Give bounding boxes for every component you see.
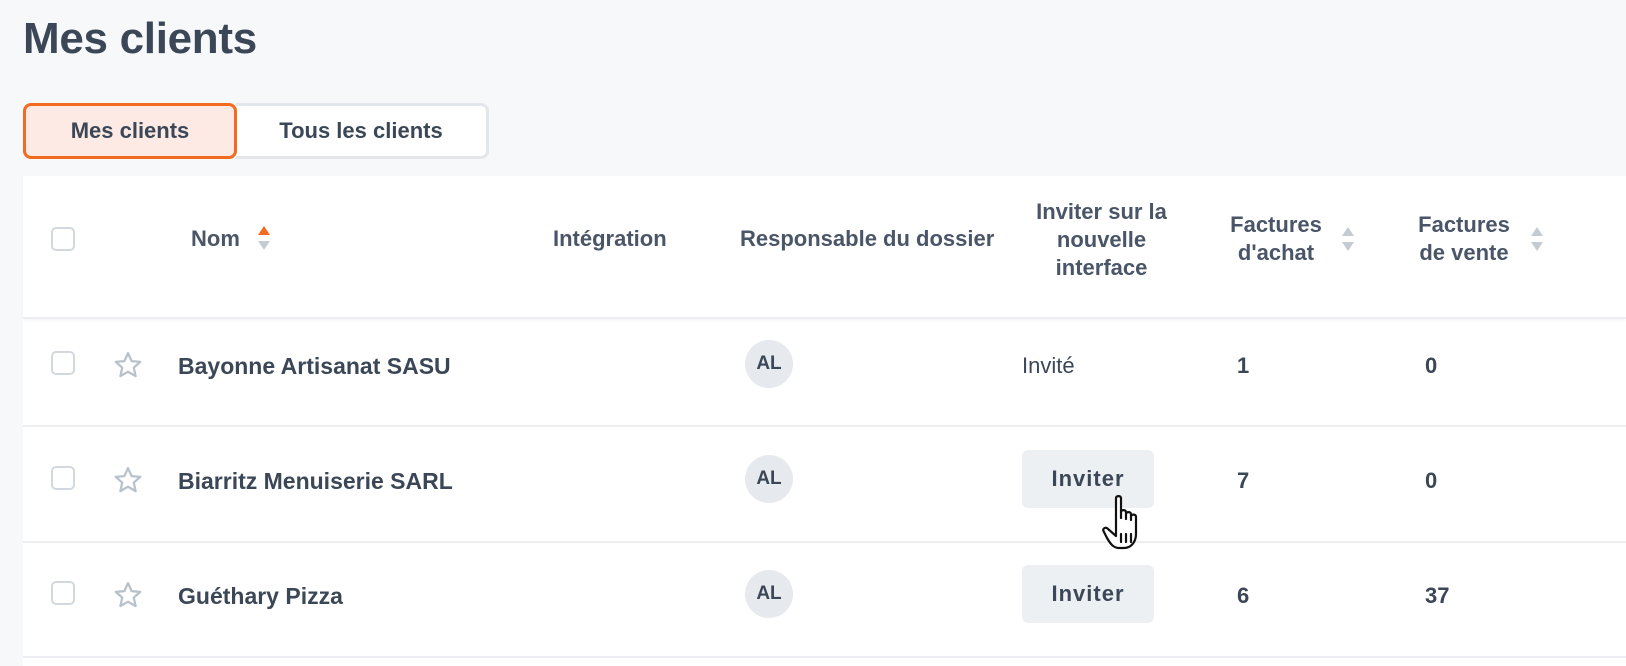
invite-status: Invité [1022,353,1075,378]
column-header-line: d'achat [1237,240,1315,265]
row-checkbox[interactable] [51,581,75,605]
sales-invoices-count[interactable]: 0 [1425,353,1437,379]
star-icon[interactable] [113,580,143,610]
sales-invoices-count[interactable]: 0 [1425,468,1437,494]
row-checkbox[interactable] [51,351,75,375]
sort-icon[interactable] [257,225,271,251]
column-header-inviter-line: nouvelle [1056,227,1147,252]
column-header-responsable: Responsable du dossier [740,226,995,251]
client-name[interactable]: Guéthary Pizza [178,583,343,610]
purchase-invoices-count[interactable]: 1 [1237,353,1249,379]
sort-icon[interactable] [1341,226,1355,252]
avatar: AL [745,455,793,503]
column-header-integration: Intégration [553,226,667,251]
column-header-line: de vente [1419,240,1509,265]
column-header-inviter: Inviter sur la nouvelle interface [1024,198,1179,282]
star-icon[interactable] [113,350,143,380]
invite-button[interactable]: Inviter [1022,565,1154,623]
sort-icon[interactable] [1530,226,1544,252]
column-header-nom[interactable]: Nom [191,225,240,253]
table-header: Nom Intégration Responsable du dossier I… [23,176,1626,319]
table-row[interactable]: Guéthary Pizza AL Inviter 6 37 [23,542,1626,658]
page-title: Mes clients [23,14,257,63]
column-header-inviter-line: interface [1055,255,1148,280]
column-header-line: Factures [1418,212,1510,237]
client-name[interactable]: Bayonne Artisanat SASU [178,353,451,380]
column-header-line: Factures [1230,212,1322,237]
column-header-inviter-line: Inviter sur la [1036,199,1167,224]
row-checkbox[interactable] [51,466,75,490]
table-row[interactable]: Biarritz Menuiserie SARL AL Inviter 7 0 [23,427,1626,543]
table-row[interactable]: Bayonne Artisanat SASU AL Invité 1 0 [23,311,1626,427]
purchase-invoices-count[interactable]: 6 [1237,583,1249,609]
sales-invoices-count[interactable]: 37 [1425,583,1449,609]
tab-tous-les-clients[interactable]: Tous les clients [236,103,489,159]
star-icon[interactable] [113,465,143,495]
client-name[interactable]: Biarritz Menuiserie SARL [178,468,453,495]
column-header-factures-vente[interactable]: Factures de vente [1410,211,1518,267]
column-header-factures-achat[interactable]: Factures d'achat [1222,211,1330,267]
avatar: AL [745,570,793,618]
tab-mes-clients[interactable]: Mes clients [23,103,237,159]
clients-table: Nom Intégration Responsable du dossier I… [23,176,1626,666]
client-filter-tabs: Mes clients Tous les clients [23,103,489,159]
avatar: AL [745,340,793,388]
invite-button[interactable]: Inviter [1022,450,1154,508]
select-all-checkbox[interactable] [51,227,75,251]
purchase-invoices-count[interactable]: 7 [1237,468,1249,494]
